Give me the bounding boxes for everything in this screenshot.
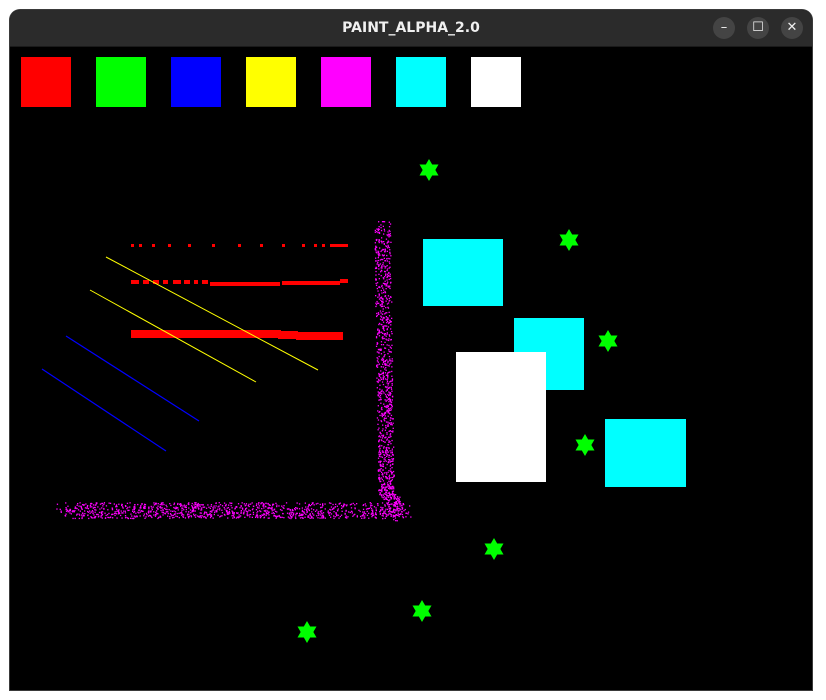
red-dashed-stroke	[131, 279, 348, 286]
drawing-canvas[interactable]	[10, 47, 812, 690]
title-bar[interactable]: PAINT_ALPHA_2.0 – ☐ ✕	[10, 10, 812, 47]
app-window: PAINT_ALPHA_2.0 – ☐ ✕	[10, 10, 812, 690]
cyan-rectangle	[423, 239, 503, 306]
red-thick-stroke	[131, 330, 343, 340]
minimize-button[interactable]: –	[713, 17, 735, 39]
blue-line	[65, 335, 200, 422]
painted-strokes	[41, 159, 686, 643]
blue-line	[41, 368, 167, 452]
magenta-spray-stroke	[56, 221, 412, 522]
cyan-rectangle	[605, 419, 686, 487]
yellow-line	[105, 256, 319, 371]
red-dotted-stroke	[131, 244, 348, 247]
close-button[interactable]: ✕	[781, 17, 803, 39]
white-rectangle	[456, 352, 546, 482]
window-title: PAINT_ALPHA_2.0	[342, 20, 480, 36]
maximize-button[interactable]: ☐	[747, 17, 769, 39]
